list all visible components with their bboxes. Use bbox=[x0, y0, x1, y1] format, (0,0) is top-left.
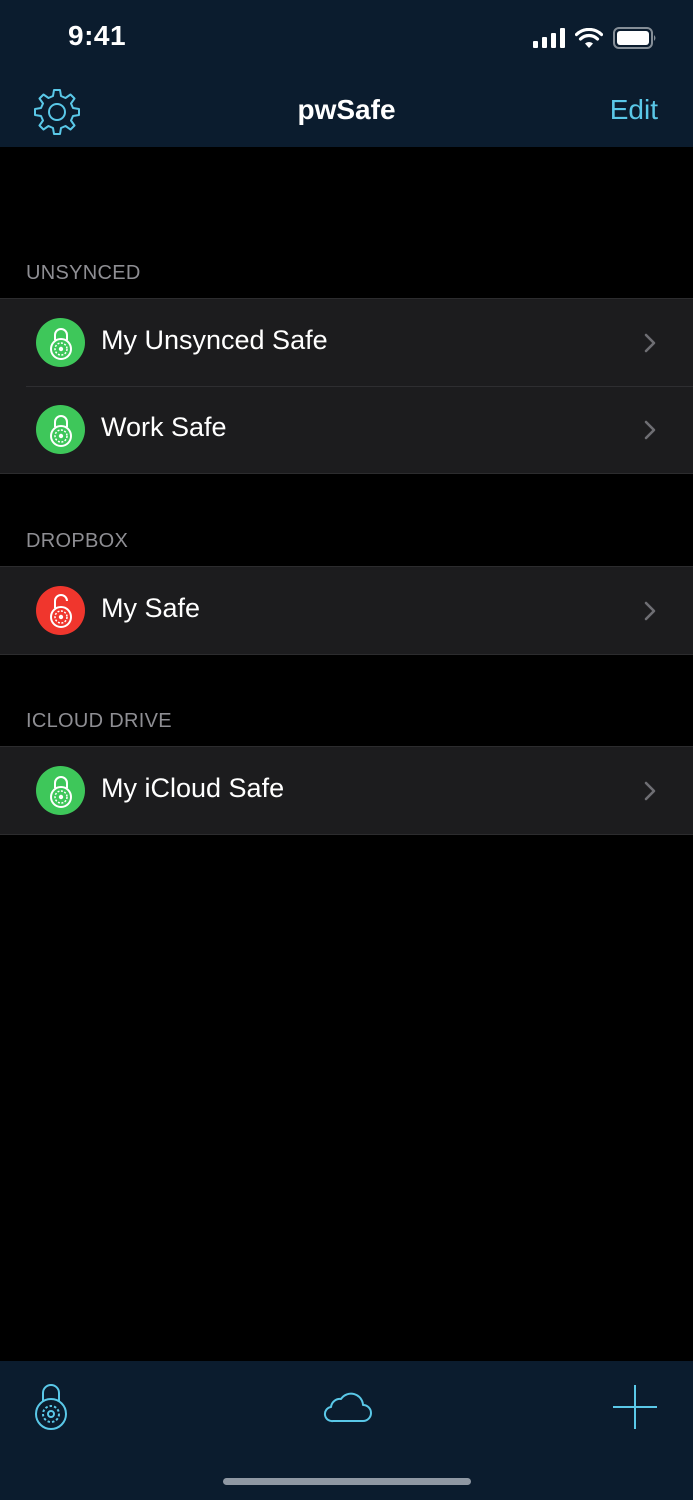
safe-row-my-unsynced-safe[interactable]: My Unsynced Safe bbox=[0, 299, 693, 386]
navigation-bar: pwSafe Edit bbox=[0, 74, 693, 147]
safe-name: My Unsynced Safe bbox=[101, 325, 328, 355]
section-group-unsynced: My Unsynced Safe Work Safe bbox=[0, 298, 693, 474]
safe-row-my-icloud-safe[interactable]: My iCloud Safe bbox=[0, 747, 693, 834]
add-safe-button[interactable] bbox=[611, 1383, 659, 1431]
chevron-right-icon bbox=[644, 333, 656, 353]
section-header-dropbox: DROPBOX bbox=[26, 530, 129, 552]
status-icons bbox=[533, 24, 657, 52]
home-indicator bbox=[223, 1478, 471, 1485]
chevron-right-icon bbox=[644, 781, 656, 801]
section-header-unsynced: UNSYNCED bbox=[26, 262, 141, 284]
cloud-icon bbox=[323, 1392, 372, 1423]
safe-row-work-safe[interactable]: Work Safe bbox=[0, 386, 693, 473]
battery-icon bbox=[613, 27, 656, 49]
sync-button[interactable] bbox=[321, 1389, 373, 1425]
page-title: pwSafe bbox=[297, 94, 396, 125]
padlock-locked-icon bbox=[36, 766, 85, 815]
status-time: 9:41 bbox=[68, 20, 127, 51]
section-group-dropbox: My Safe bbox=[0, 566, 693, 655]
safe-row-my-safe[interactable]: My Safe bbox=[0, 567, 693, 654]
cellular-signal-icon bbox=[533, 28, 565, 48]
edit-button[interactable]: Edit bbox=[610, 94, 658, 126]
bottom-toolbar bbox=[0, 1361, 693, 1500]
padlock-locked-icon bbox=[36, 405, 85, 454]
plus-icon bbox=[613, 1385, 657, 1429]
chevron-right-icon bbox=[644, 601, 656, 621]
safe-name: My Safe bbox=[101, 593, 201, 623]
padlock-icon bbox=[35, 1384, 67, 1430]
padlock-unlocked-icon bbox=[36, 586, 85, 635]
safe-name: Work Safe bbox=[101, 412, 227, 442]
wifi-icon bbox=[575, 27, 603, 48]
section-group-icloud-drive: My iCloud Safe bbox=[0, 746, 693, 835]
top-bar: 9:41 pwSafe Edit bbox=[0, 0, 693, 147]
safe-name: My iCloud Safe bbox=[101, 773, 285, 803]
section-header-icloud-drive: ICLOUD DRIVE bbox=[26, 710, 172, 732]
lock-all-button[interactable] bbox=[31, 1381, 71, 1431]
chevron-right-icon bbox=[644, 420, 656, 440]
padlock-locked-icon bbox=[36, 318, 85, 367]
